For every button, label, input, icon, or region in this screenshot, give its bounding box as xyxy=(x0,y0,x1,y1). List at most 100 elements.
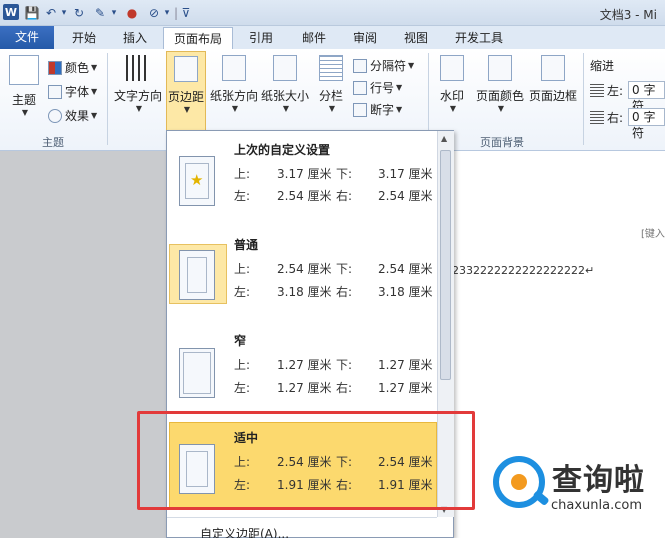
redo-icon[interactable]: ↻ xyxy=(72,4,86,22)
document-text[interactable]: 2332222222222222222↵ xyxy=(452,264,594,277)
chevron-down-icon: ▼ xyxy=(328,104,336,113)
page-borders-icon xyxy=(541,55,565,81)
theme-fonts-button[interactable]: 字体 ▼ xyxy=(48,83,97,100)
chevron-down-icon: ▼ xyxy=(282,104,290,113)
dropdown-scroll-thumb[interactable] xyxy=(440,150,451,380)
format-dropdown-icon[interactable]: ▾ xyxy=(109,4,119,22)
watermark-logo-url: chaxunla.com xyxy=(551,498,642,513)
no-format-icon[interactable]: ⊘ xyxy=(146,4,162,22)
theme-colors-button[interactable]: 颜色 ▼ xyxy=(48,59,97,76)
columns-label: 分栏 xyxy=(318,89,343,103)
bottom-value: 3.17 厘米 xyxy=(378,167,433,181)
margins-label: 页边距 xyxy=(167,90,204,104)
custom-margins-item[interactable]: 自定义边距(A)... xyxy=(200,525,289,538)
indent-left-input[interactable]: 0 字符 xyxy=(628,81,665,113)
chevron-down-icon: ▼ xyxy=(396,105,403,114)
page-color-button[interactable]: 页面颜色 ▼ xyxy=(473,55,527,113)
watermark-label: 水印 xyxy=(439,89,464,103)
tab-mailings[interactable]: 邮件 xyxy=(292,27,336,49)
chevron-down-icon: ▼ xyxy=(21,108,29,117)
breaks-label: 分隔符 xyxy=(370,59,407,73)
orientation-button[interactable]: 纸张方向 ▼ xyxy=(208,55,260,113)
themes-icon xyxy=(9,55,39,85)
watermark-icon xyxy=(440,55,464,81)
watermark-logo-dot xyxy=(511,474,527,490)
theme-fonts-label: 字体 xyxy=(65,85,90,99)
customize-qat-icon[interactable]: ⊽ xyxy=(180,4,192,22)
tab-page-layout[interactable]: 页面布局 xyxy=(163,27,233,49)
text-direction-button[interactable]: 文字方向 ▼ xyxy=(114,55,162,113)
chevron-down-icon: ▼ xyxy=(497,104,505,113)
page-borders-label: 页面边框 xyxy=(528,89,577,103)
columns-button[interactable]: 分栏 ▼ xyxy=(316,55,346,113)
tab-file[interactable]: 文件 xyxy=(0,26,54,49)
hyphenation-button[interactable]: 断字 ▼ xyxy=(353,101,402,118)
chevron-down-icon: ▼ xyxy=(231,104,239,113)
line-numbers-button[interactable]: 行号 ▼ xyxy=(353,79,402,96)
group-divider xyxy=(107,53,108,145)
undo-icon[interactable]: ↶ xyxy=(44,4,58,22)
left-label: 左: xyxy=(234,285,251,299)
tab-insert[interactable]: 插入 xyxy=(113,27,157,49)
page-borders-button[interactable]: 页面边框 xyxy=(527,55,579,104)
save-icon[interactable]: 💾 xyxy=(24,4,40,22)
left-label: 左: xyxy=(234,381,251,395)
bottom-label: 下: xyxy=(336,262,353,276)
orientation-icon xyxy=(222,55,246,81)
watermark-button[interactable]: 水印 ▼ xyxy=(436,55,468,113)
top-label: 上: xyxy=(234,262,251,276)
indent-left-text: 左: xyxy=(607,84,624,98)
ribbon-tabs: 文件 开始 插入 页面布局 引用 邮件 审阅 视图 开发工具 xyxy=(0,26,665,49)
tab-home[interactable]: 开始 xyxy=(62,27,106,49)
tab-view[interactable]: 视图 xyxy=(394,27,438,49)
right-label: 右: xyxy=(336,189,353,203)
tab-references[interactable]: 引用 xyxy=(241,27,281,49)
bottom-label: 下: xyxy=(336,167,353,181)
indent-right-text: 右: xyxy=(607,111,624,125)
theme-effects-label: 效果 xyxy=(65,109,90,123)
star-icon: ★ xyxy=(190,171,204,189)
menu-divider xyxy=(167,517,437,518)
chevron-down-icon: ▼ xyxy=(91,63,98,72)
theme-colors-label: 颜色 xyxy=(65,61,90,75)
left-label: 左: xyxy=(234,189,251,203)
size-button[interactable]: 纸张大小 ▼ xyxy=(260,55,310,113)
color-icon[interactable]: ● xyxy=(124,4,140,22)
themes-label: 主题 xyxy=(11,93,36,107)
tab-developer[interactable]: 开发工具 xyxy=(447,27,511,49)
left-value: 1.27 厘米 xyxy=(277,381,332,395)
format-painter-icon[interactable]: ✎ xyxy=(92,4,108,22)
top-value: 1.27 厘米 xyxy=(277,358,332,372)
tab-review[interactable]: 审阅 xyxy=(343,27,387,49)
chevron-down-icon: ▼ xyxy=(91,111,98,120)
themes-button[interactable]: 主题 ▼ xyxy=(6,55,42,117)
indent-left-label: 左: xyxy=(590,82,623,99)
option-title: 上次的自定义设置 xyxy=(234,143,331,157)
columns-icon xyxy=(319,55,343,81)
breaks-button[interactable]: 分隔符 ▼ xyxy=(353,57,414,74)
top-label: 上: xyxy=(234,167,251,181)
top-value: 3.17 厘米 xyxy=(277,167,332,181)
margin-preview-icon: ★ xyxy=(179,156,215,206)
right-value: 3.18 厘米 xyxy=(378,285,433,299)
option-title: 窄 xyxy=(234,334,247,348)
chevron-down-icon: ▼ xyxy=(449,104,457,113)
margins-button[interactable]: 页边距 ▼ xyxy=(166,51,206,131)
top-value: 2.54 厘米 xyxy=(277,262,332,276)
word-logo-icon[interactable]: W xyxy=(3,4,19,20)
annotation-highlight-frame xyxy=(137,411,475,510)
undo-dropdown-icon[interactable]: ▾ xyxy=(59,4,69,22)
theme-effects-button[interactable]: 效果 ▼ xyxy=(48,107,97,124)
scroll-up-icon[interactable]: ▲ xyxy=(441,134,447,143)
text-direction-label: 文字方向 xyxy=(114,89,163,103)
bottom-label: 下: xyxy=(336,358,353,372)
chevron-down-icon: ▼ xyxy=(183,105,191,114)
hyphenation-icon xyxy=(353,102,367,117)
theme-effects-icon xyxy=(48,108,62,123)
format-dropdown2-icon[interactable]: ▾ xyxy=(162,4,172,22)
chevron-down-icon: ▼ xyxy=(91,87,98,96)
chevron-down-icon: ▼ xyxy=(408,61,415,70)
indent-right-input[interactable]: 0 字符 xyxy=(628,108,665,140)
option-title: 普通 xyxy=(234,238,259,252)
breaks-icon xyxy=(353,58,367,73)
